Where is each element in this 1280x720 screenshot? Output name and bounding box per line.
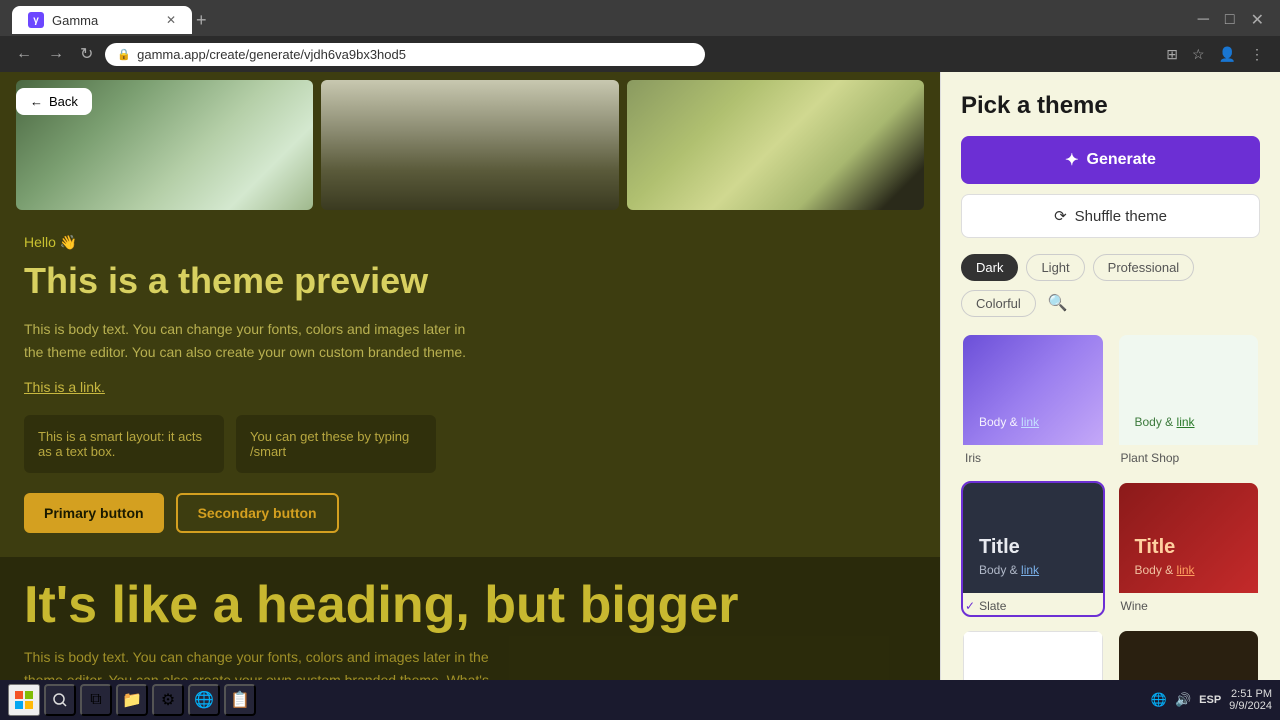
nav-actions: ⊞ ☆ 👤 ⋮ <box>1162 42 1268 67</box>
new-tab-button[interactable]: + <box>196 10 207 31</box>
shuffle-button[interactable]: ⟳ Shuffle theme <box>961 194 1260 238</box>
taskbar-search-button[interactable] <box>44 684 76 716</box>
taskbar-file-explorer-button[interactable]: 📁 <box>116 684 148 716</box>
generate-icon: ✦ <box>1065 150 1078 170</box>
tab-favicon: γ <box>28 12 44 28</box>
plant-shop-label: Plant Shop <box>1121 451 1180 465</box>
slate-theme-name: ✓ Slate <box>963 593 1103 615</box>
preview-main-heading: This is a theme preview <box>24 259 916 302</box>
button-row: Primary button Secondary button <box>24 493 916 533</box>
generate-button-label: Generate <box>1087 151 1156 169</box>
back-button-label: Back <box>49 94 78 109</box>
browser-tab[interactable]: γ Gamma ✕ <box>12 6 192 34</box>
back-button[interactable]: ← Back <box>16 88 92 115</box>
theme-panel: Pick a theme ✦ Generate ⟳ Shuffle theme … <box>940 72 1280 720</box>
theme-card-wine-preview: Title Body & link <box>1119 483 1259 593</box>
image-row <box>0 80 940 210</box>
generate-button[interactable]: ✦ Generate <box>961 136 1260 184</box>
forward-nav-button[interactable]: → <box>44 41 68 67</box>
taskbar-date: 9/9/2024 <box>1229 700 1272 712</box>
address-lock-icon: 🔒 <box>117 48 131 61</box>
theme-search-button[interactable]: 🔍 <box>1044 289 1072 317</box>
bookmark-button[interactable]: ☆ <box>1188 42 1209 67</box>
theme-grid: Body & link Iris Body & link Plant Shop … <box>961 333 1260 720</box>
filter-tab-dark[interactable]: Dark <box>961 254 1018 281</box>
wine-link: link <box>1177 563 1195 577</box>
theme-card-iris[interactable]: Body & link Iris <box>961 333 1105 469</box>
iris-body-text: Body & link <box>979 415 1087 429</box>
wine-body-text: Body & link <box>1135 563 1243 577</box>
minimize-button[interactable]: ─ <box>1194 6 1213 34</box>
big-heading: It's like a heading, but bigger <box>24 577 916 634</box>
profile-button[interactable]: 👤 <box>1215 42 1240 67</box>
wine-label: Wine <box>1121 599 1148 613</box>
theme-card-plant-shop[interactable]: Body & link Plant Shop <box>1117 333 1261 469</box>
preview-image-3 <box>627 80 924 210</box>
back-arrow-icon: ← <box>30 94 43 109</box>
taskbar-settings-button[interactable]: ⚙ <box>152 684 184 716</box>
plant-shop-link: link <box>1177 415 1195 429</box>
extensions-button[interactable]: ⊞ <box>1162 42 1182 67</box>
taskbar-teams-button[interactable]: 📋 <box>224 684 256 716</box>
menu-button[interactable]: ⋮ <box>1246 42 1268 67</box>
theme-card-slate[interactable]: Title Body & link ✓ Slate <box>961 481 1105 617</box>
theme-card-wine[interactable]: Title Body & link Wine <box>1117 481 1261 617</box>
browser-chrome: γ Gamma ✕ + ─ □ ✕ ← → ↻ 🔒 gamma.app/crea… <box>0 0 1280 72</box>
close-button[interactable]: ✕ <box>1247 6 1268 34</box>
browser-nav-bar: ← → ↻ 🔒 gamma.app/create/generate/vjdh6v… <box>0 36 1280 72</box>
theme-panel-title: Pick a theme <box>961 92 1260 120</box>
main-area: ← Back Hello 👋 This is a theme preview T… <box>0 72 1280 720</box>
tab-title: Gamma <box>52 13 98 28</box>
maximize-button[interactable]: □ <box>1221 6 1239 34</box>
taskbar-start-button[interactable] <box>8 684 40 716</box>
iris-theme-name: Iris <box>963 445 1103 467</box>
wine-title: Title <box>1135 536 1243 559</box>
smart-box-1: This is a smart layout: it acts as a tex… <box>24 415 224 473</box>
secondary-button[interactable]: Secondary button <box>176 493 339 533</box>
theme-card-slate-preview: Title Body & link <box>963 483 1103 593</box>
smart-layout-boxes: This is a smart layout: it acts as a tex… <box>24 415 916 473</box>
shuffle-button-label: Shuffle theme <box>1075 208 1167 225</box>
wine-theme-name: Wine <box>1119 593 1259 615</box>
tab-close-button[interactable]: ✕ <box>166 13 176 27</box>
slate-link: link <box>1021 563 1039 577</box>
theme-card-iris-preview: Body & link <box>963 335 1103 445</box>
preview-image-2 <box>321 80 618 210</box>
address-bar[interactable]: 🔒 gamma.app/create/generate/vjdh6va9bx3h… <box>105 43 705 66</box>
filter-tab-professional[interactable]: Professional <box>1093 254 1195 281</box>
slate-title: Title <box>979 536 1087 559</box>
taskbar-time: 2:51 PM <box>1229 688 1272 700</box>
back-nav-button[interactable]: ← <box>12 41 36 67</box>
primary-button[interactable]: Primary button <box>24 493 164 533</box>
taskbar-browser-button[interactable]: 🌐 <box>188 684 220 716</box>
plant-shop-body-text: Body & link <box>1135 415 1243 429</box>
shuffle-icon: ⟳ <box>1054 207 1067 225</box>
taskbar-network-icon: 🌐 <box>1151 692 1167 708</box>
slate-selected-icon: ✓ <box>965 599 975 613</box>
taskbar-clock: 2:51 PM 9/9/2024 <box>1229 688 1272 712</box>
iris-link: link <box>1021 415 1039 429</box>
taskbar: ⧉ 📁 ⚙ 🌐 📋 🌐 🔊 ESP 2:51 PM 9/9/2024 <box>0 680 1280 720</box>
preview-link[interactable]: This is a link. <box>24 379 916 395</box>
reload-button[interactable]: ↻ <box>76 40 97 68</box>
browser-titlebar: γ Gamma ✕ + ─ □ ✕ <box>0 0 1280 36</box>
iris-label: Iris <box>965 451 981 465</box>
hello-label: Hello 👋 <box>24 234 916 251</box>
preview-panel: ← Back Hello 👋 This is a theme preview T… <box>0 72 940 720</box>
slate-label: Slate <box>979 599 1006 613</box>
preview-body-text: This is body text. You can change your f… <box>24 318 484 363</box>
taskbar-language: ESP <box>1199 694 1221 706</box>
address-text: gamma.app/create/generate/vjdh6va9bx3hod… <box>137 47 406 62</box>
taskbar-system-tray: 🌐 🔊 ESP 2:51 PM 9/9/2024 <box>1151 688 1272 712</box>
plant-shop-theme-name: Plant Shop <box>1119 445 1259 467</box>
taskbar-volume-icon: 🔊 <box>1175 692 1191 708</box>
taskbar-task-view-button[interactable]: ⧉ <box>80 684 112 716</box>
filter-tab-light[interactable]: Light <box>1026 254 1084 281</box>
filter-tabs: Dark Light Professional Colorful 🔍 <box>961 254 1260 317</box>
theme-card-plant-shop-preview: Body & link <box>1119 335 1259 445</box>
smart-box-2: You can get these by typing /smart <box>236 415 436 473</box>
slate-body-text: Body & link <box>979 563 1087 577</box>
filter-tab-colorful[interactable]: Colorful <box>961 290 1036 317</box>
preview-content: Hello 👋 This is a theme preview This is … <box>0 210 940 533</box>
